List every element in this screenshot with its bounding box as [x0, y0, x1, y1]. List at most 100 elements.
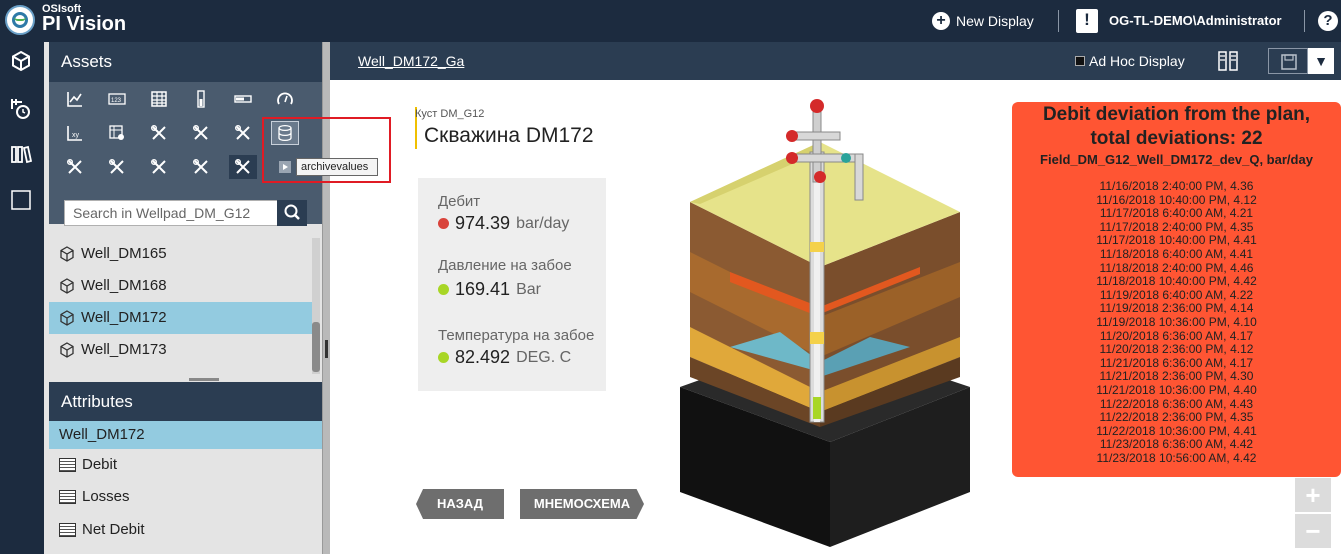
attribute-icon: [59, 458, 76, 472]
status-dot-icon: [438, 352, 449, 363]
chevron-down-icon: ▼: [1314, 53, 1328, 69]
tool-icon[interactable]: [229, 155, 257, 179]
attribute-item[interactable]: Net Debit: [49, 514, 322, 546]
cube-icon: [60, 342, 74, 358]
horizontal-gauge-icon[interactable]: [229, 87, 257, 111]
deviation-title-line2: total deviations: 22: [1090, 128, 1263, 149]
deviation-entry: 11/23/2018 10:56:00 AM, 4.42: [1096, 450, 1257, 465]
display-canvas: Куст DM_G12 Скважина DM172 Дебит 974.39 …: [330, 80, 1341, 554]
deviation-panel: Debit deviation from the plan, total dev…: [1012, 102, 1341, 477]
radial-gauge-icon[interactable]: [271, 87, 299, 111]
list-item[interactable]: Well_DM173: [49, 334, 313, 366]
deviation-entry: 11/17/2018 6:40:00 AM, 4.21: [1099, 206, 1254, 221]
user-name[interactable]: OG-TL-DEMO\Administrator: [1109, 13, 1282, 28]
list-item[interactable]: Well_DM168: [49, 270, 313, 302]
list-item-label: Well_DM172: [81, 309, 167, 326]
notification-button[interactable]: !: [1076, 9, 1098, 33]
attribute-item[interactable]: Debit: [49, 449, 322, 481]
well-schematic-image: [680, 99, 970, 547]
adhoc-display-button[interactable]: Ad Hoc Display: [1075, 53, 1185, 69]
deviation-list: 11/16/2018 2:40:00 PM, 4.36 11/16/2018 1…: [1012, 179, 1341, 465]
trend-icon[interactable]: [61, 87, 89, 111]
status-dot-icon: [438, 284, 449, 295]
events-icon[interactable]: [10, 97, 32, 119]
panel-splitter[interactable]: [189, 378, 219, 381]
attribute-list: Well_DM172 Debit Losses Net Debit: [49, 421, 322, 554]
kpi-value[interactable]: 169.41 Bar: [438, 279, 541, 300]
table-icon[interactable]: [145, 87, 173, 111]
cube-icon[interactable]: [10, 50, 32, 72]
display-icon[interactable]: [10, 189, 32, 211]
tool-icon[interactable]: [103, 155, 131, 179]
attribute-item[interactable]: Losses: [49, 481, 322, 513]
new-display-button[interactable]: + New Display: [932, 11, 1034, 31]
deviation-entry: 11/20/2018 2:36:00 PM, 4.12: [1099, 342, 1254, 357]
kpi-unit: DEG. C: [516, 348, 572, 366]
kpi-value[interactable]: 974.39 bar/day: [438, 213, 569, 234]
zoom-out-button[interactable]: −: [1295, 514, 1331, 548]
deviation-entry: 11/16/2018 10:40:00 PM, 4.12: [1096, 192, 1257, 207]
tool-icon[interactable]: [61, 155, 89, 179]
kpi-number: 974.39: [455, 213, 511, 233]
search-icon: [284, 204, 300, 220]
kpi-value[interactable]: 82.492 DEG. C: [438, 347, 571, 368]
tool-icon[interactable]: [187, 155, 215, 179]
deviation-entry: 11/19/2018 2:36:00 PM, 4.14: [1099, 301, 1254, 316]
well-title: Скважина DM172: [424, 124, 594, 147]
adhoc-checkbox-icon: [1075, 56, 1085, 66]
zoom-in-button[interactable]: +: [1295, 478, 1331, 512]
list-item-label: Well_DM165: [81, 245, 167, 262]
asset-comparison-icon[interactable]: [103, 121, 131, 145]
attribute-label: Net Debit: [82, 521, 145, 538]
list-item[interactable]: Well_DM165: [49, 238, 313, 270]
pane-handle[interactable]: [325, 340, 328, 358]
value-icon[interactable]: 123: [103, 87, 131, 111]
tool-icon[interactable]: [145, 121, 173, 145]
library-icon[interactable]: [10, 143, 33, 165]
list-item[interactable]: Well_DM172: [49, 302, 313, 334]
deviation-entry: 11/17/2018 2:40:00 PM, 4.35: [1099, 219, 1254, 234]
kpi-number: 169.41: [455, 279, 511, 299]
menu-dropdown-button[interactable]: ▼: [1308, 48, 1334, 74]
display-title[interactable]: Well_DM172_Ga: [358, 53, 464, 69]
highlight-frame: [262, 117, 391, 183]
back-button[interactable]: НАЗАД: [416, 489, 504, 519]
kpi-unit: Bar: [516, 280, 541, 298]
deviation-entry: 11/20/2018 6:36:00 AM, 4.17: [1099, 328, 1254, 343]
deviation-entry: 11/19/2018 10:36:00 PM, 4.10: [1096, 314, 1257, 329]
exclamation-icon: !: [1084, 10, 1090, 29]
help-button[interactable]: ?: [1318, 11, 1338, 31]
kpi-unit: bar/day: [516, 214, 570, 232]
svg-text:xy: xy: [72, 132, 80, 139]
save-button[interactable]: [1268, 48, 1308, 74]
list-item-label: Well_DM168: [81, 277, 167, 294]
cube-icon: [60, 278, 74, 294]
assets-header: Assets: [49, 42, 322, 82]
attribute-icon: [59, 523, 76, 537]
search-button[interactable]: [277, 200, 307, 226]
deviation-entry: 11/19/2018 6:40:00 AM, 4.22: [1099, 287, 1254, 302]
compare-icon[interactable]: [1218, 50, 1238, 77]
attribute-icon: [59, 490, 76, 504]
kpi-label: Дебит: [438, 193, 481, 210]
tool-icon[interactable]: [229, 121, 257, 145]
scrollbar-thumb[interactable]: [312, 322, 320, 372]
plus-circle-icon: +: [932, 12, 950, 30]
divider: [1058, 10, 1059, 32]
list-item-label: Well_DM173: [81, 341, 167, 358]
pi-vision-logo-icon[interactable]: [5, 5, 35, 35]
save-icon: [1281, 54, 1297, 70]
tool-icon[interactable]: [145, 155, 173, 179]
brand-title: PI Vision: [42, 13, 127, 35]
asset-search-input[interactable]: Search in Wellpad_DM_G12: [64, 200, 282, 226]
tool-icon[interactable]: [187, 121, 215, 145]
selected-asset-label[interactable]: Well_DM172: [49, 421, 322, 449]
cube-icon: [60, 246, 74, 262]
vertical-gauge-icon[interactable]: [187, 87, 215, 111]
xy-plot-icon[interactable]: xy: [61, 121, 89, 145]
deviation-entry: 11/17/2018 10:40:00 PM, 4.41: [1096, 233, 1257, 248]
deviation-entry: 11/22/2018 2:36:00 PM, 4.35: [1099, 410, 1254, 425]
divider: [1304, 10, 1305, 32]
mnemoscheme-button[interactable]: МНЕМОСХЕМА: [520, 489, 644, 519]
new-display-label: New Display: [956, 13, 1034, 29]
